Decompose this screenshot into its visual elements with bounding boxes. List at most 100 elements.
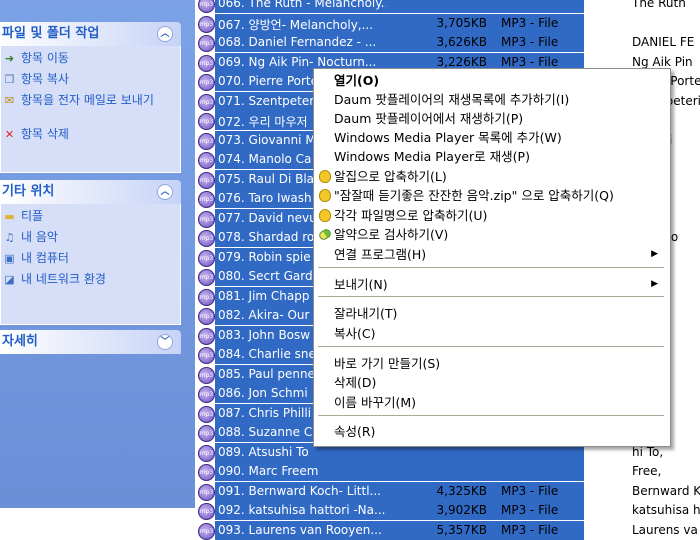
file-type: MP3 - File	[501, 522, 559, 537]
mp3-file-icon: mp3	[198, 347, 215, 364]
alyac-icon	[317, 227, 333, 242]
place-my-computer-label: 내 컴퓨터	[21, 251, 69, 265]
menu-item[interactable]: 삭제(D)	[316, 373, 666, 392]
file-name[interactable]: 091. Bernward Koch- Littl...	[218, 484, 386, 498]
menu-item[interactable]: 보내기(N) ▶	[316, 275, 666, 294]
mp3-file-icon: mp3	[198, 152, 215, 169]
mp3-file-icon: mp3	[198, 54, 215, 72]
menu-separator	[318, 267, 664, 268]
expand-chevron-icon[interactable]: ﹀	[157, 334, 173, 350]
place-my-computer[interactable]: ▣ 내 컴퓨터	[1, 250, 180, 271]
file-tasks-title: 파일 및 폴더 작업	[2, 26, 100, 41]
mp3-file-icon: mp3	[198, 269, 215, 286]
submenu-arrow-icon: ▶	[651, 279, 658, 289]
context-menu: 열기(O) Daum 팟플레이어의 재생목록에 추가하기(I) Daum 팟플레이어…	[313, 68, 671, 447]
task-copy-label: 항목 복사	[21, 72, 69, 86]
menu-item[interactable]: 열기(O)	[316, 71, 666, 90]
menu-item-label: Windows Media Player로 재생(P)	[334, 149, 530, 164]
file-type: MP3 - File	[501, 15, 559, 30]
file-type: MP3 - File	[501, 483, 559, 498]
menu-item[interactable]: Windows Media Player로 재생(P)	[316, 147, 666, 166]
menu-item-label: Daum 팟플레이어의 재생목록에 추가하기(I)	[334, 92, 570, 107]
menu-item-label: 복사(C)	[334, 326, 376, 341]
task-email[interactable]: ✉ 항목을 전자 메일로 보내기	[1, 92, 180, 126]
menu-item-label: 보내기(N)	[334, 277, 388, 292]
file-name[interactable]: 090. Marc Freem	[218, 464, 386, 478]
menu-item[interactable]: "잠잘때 듣기좋은 잔잔한 음악.zip" 으로 압축하기(Q)	[316, 186, 666, 205]
file-row[interactable]: mp3 090. Marc Freem Free,	[195, 462, 700, 481]
file-size: 3,626KB	[436, 35, 487, 49]
mp3-file-icon: mp3	[198, 288, 215, 306]
menu-item[interactable]: 속성(R)	[316, 422, 666, 441]
menu-item[interactable]: 연결 프로그램(H) ▶	[316, 245, 666, 264]
file-type: MP3 - File	[501, 35, 559, 49]
file-row[interactable]: mp3 067. 양방언- Melancholy,... 3,705KB MP3 - …	[195, 13, 700, 33]
file-type: MP3 - File	[501, 503, 559, 517]
place-folder[interactable]: ▬ 티플	[1, 208, 180, 229]
menu-item[interactable]: 이름 바꾸기(M)	[316, 393, 666, 412]
task-email-label: 항목을 전자 메일로 보내기	[21, 93, 154, 107]
mp3-file-icon: mp3	[198, 386, 215, 403]
file-row[interactable]: mp3 068. Daniel Fernandez - ... 3,626KB MP3…	[195, 33, 700, 52]
alzip-icon	[319, 209, 331, 222]
alzip-icon	[319, 170, 331, 183]
file-type: MP3 - File	[501, 54, 559, 69]
place-network[interactable]: ◪ 내 네트워크 환경	[1, 271, 180, 292]
file-tasks-header[interactable]: 파일 및 폴더 작업 ︿	[0, 22, 181, 46]
mp3-file-icon: mp3	[198, 210, 215, 228]
other-places-title: 기타 위치	[2, 184, 55, 199]
menu-item[interactable]: 각각 파일명으로 압축하기(U)	[316, 206, 666, 225]
place-my-music-label: 내 음악	[21, 230, 58, 244]
place-network-label: 내 네트워크 환경	[21, 272, 106, 286]
network-icon: ◪	[4, 273, 15, 286]
menu-item[interactable]: Daum 팟플레이어의 재생목록에 추가하기(I)	[316, 90, 666, 109]
other-places-header[interactable]: 기타 위치 ︿	[0, 180, 181, 204]
menu-item[interactable]: Daum 팟플레이어에서 재생하기(P)	[316, 109, 666, 128]
email-icon: ✉	[4, 94, 15, 107]
collapse-chevron-icon[interactable]: ︿	[157, 184, 173, 200]
mp3-file-icon: mp3	[198, 483, 215, 501]
place-my-music[interactable]: ♫ 내 음악	[1, 229, 180, 250]
task-copy[interactable]: ❐ 항목 복사	[1, 71, 180, 92]
menu-item[interactable]: 복사(C)	[316, 324, 666, 343]
menu-separator	[318, 296, 664, 297]
copy-icon: ❐	[4, 73, 15, 86]
other-places-list: ▬ 티플 ♫ 내 음악 ▣ 내 컴퓨터 ◪ 내 네트워크 환경	[0, 204, 181, 325]
file-size: 3,902KB	[436, 503, 487, 517]
mp3-file-icon: mp3	[198, 171, 215, 189]
menu-item[interactable]: 잘라내기(T)	[316, 304, 666, 323]
file-row[interactable]: mp3 091. Bernward Koch- Littl... 4,325KB MP…	[195, 481, 700, 501]
menu-item-label: 알집으로 압축하기(L)	[334, 169, 447, 184]
file-name[interactable]: 066. The Ruth - Melancholy...	[218, 0, 386, 10]
mp3-file-icon: mp3	[198, 113, 215, 130]
file-name[interactable]: 069. Ng Aik Pin- Nocturn...	[218, 55, 386, 69]
move-icon: ➜	[4, 52, 15, 65]
file-row[interactable]: mp3 066. The Ruth - Melancholy... The Ruth	[195, 0, 700, 13]
menu-item-label: Windows Media Player 목록에 추가(W)	[334, 130, 562, 145]
alzip-icon	[319, 189, 331, 202]
task-move[interactable]: ➜ 항목 이동	[1, 50, 180, 71]
file-name[interactable]: 067. 양방언- Melancholy,...	[218, 16, 386, 33]
other-places-panel: 기타 위치 ︿ ▬ 티플 ♫ 내 음악 ▣ 내 컴퓨터 ◪ 내 네트워크 환경	[0, 180, 181, 325]
details-title: 자세히	[2, 334, 38, 349]
menu-item[interactable]: 알집으로 압축하기(L)	[316, 167, 666, 186]
mp3-file-icon: mp3	[198, 0, 215, 13]
file-name[interactable]: 068. Daniel Fernandez - ...	[218, 35, 386, 49]
menu-item-label: 연결 프로그램(H)	[334, 247, 427, 262]
file-name[interactable]: 093. Laurens van Rooyen...	[218, 523, 386, 537]
file-name[interactable]: 092. katsuhisa hattori -Na...	[218, 503, 386, 517]
menu-item[interactable]: Windows Media Player 목록에 추가(W)	[316, 128, 666, 147]
menu-item[interactable]: 알약으로 검사하기(V)	[316, 225, 666, 244]
mp3-file-icon: mp3	[198, 74, 215, 91]
mp3-file-icon: mp3	[198, 444, 215, 462]
menu-item[interactable]: 바로 가기 만들기(S)	[316, 354, 666, 373]
file-artist: DANIEL FE	[632, 35, 695, 49]
file-row[interactable]: mp3 092. katsuhisa hattori -Na... 3,902KB M…	[195, 501, 700, 520]
file-row[interactable]: mp3 093. Laurens van Rooyen... 5,357KB MP3 …	[195, 520, 700, 540]
details-header[interactable]: 자세히 ﹀	[0, 330, 181, 354]
menu-separator	[318, 415, 664, 416]
file-artist: Bernward K	[632, 483, 700, 498]
mp3-file-icon: mp3	[198, 522, 215, 540]
task-delete[interactable]: ✕ 항목 삭제	[1, 126, 180, 147]
collapse-chevron-icon[interactable]: ︿	[157, 26, 173, 42]
